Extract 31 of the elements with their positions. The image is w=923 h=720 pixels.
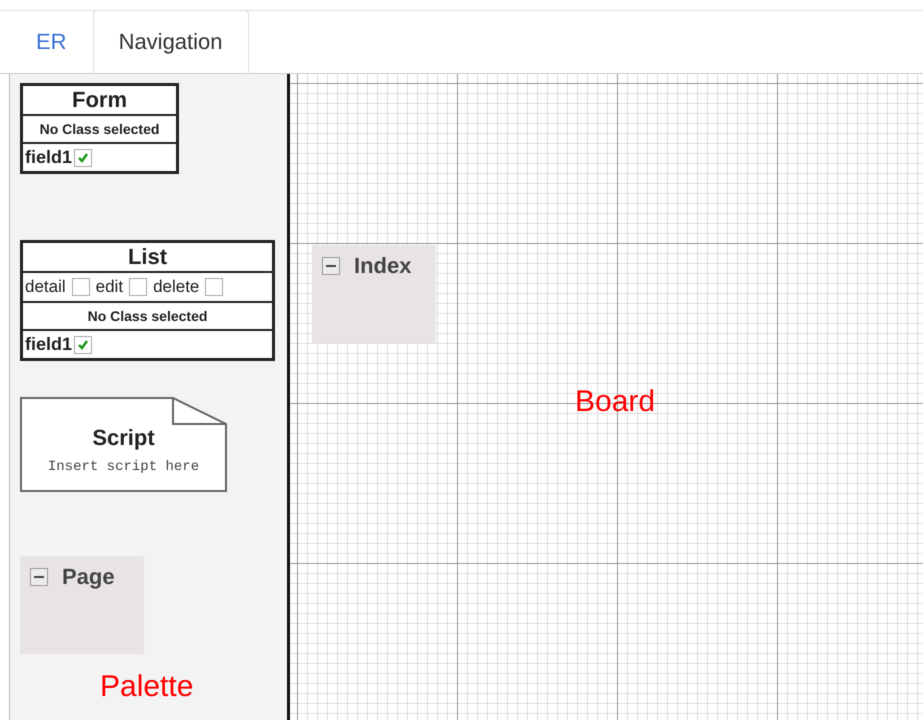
field-label: field1 (25, 334, 72, 355)
checkbox[interactable] (129, 278, 148, 296)
field-label: field1 (25, 147, 72, 168)
checkbox[interactable] (72, 278, 90, 296)
checkbox[interactable] (74, 336, 92, 354)
collapse-icon[interactable] (30, 568, 48, 586)
tab[interactable]: ER (10, 10, 93, 73)
board-label: Board (575, 385, 656, 419)
check-icon (76, 338, 90, 352)
node-title: List (126, 243, 168, 271)
action-label: detail (25, 277, 66, 297)
script-text: Insert script here (48, 458, 200, 474)
script-node[interactable]: Script Insert script here (20, 397, 227, 492)
node-title: Script (92, 424, 155, 450)
action-label: delete (153, 277, 200, 297)
class-label: No Class selected (88, 308, 208, 324)
group-node[interactable]: Index (312, 245, 436, 343)
checkbox[interactable] (74, 148, 92, 166)
group-node[interactable]: Page (20, 556, 144, 654)
checkbox[interactable] (205, 278, 224, 296)
group-title: Index (354, 253, 412, 279)
group-title: Page (62, 564, 115, 590)
class-label: No Class selected (40, 121, 160, 137)
collapse-icon[interactable] (322, 257, 340, 275)
check-icon (76, 150, 90, 164)
node-title: Form (71, 86, 128, 114)
tab[interactable]: Navigation (92, 10, 249, 73)
palette-label: Palette (100, 670, 194, 704)
action-label: edit (96, 277, 124, 297)
form-node[interactable]: Form No Class selected field1 (20, 83, 179, 174)
list-node[interactable]: List detail edit delete No Class selected field1 (20, 240, 275, 361)
